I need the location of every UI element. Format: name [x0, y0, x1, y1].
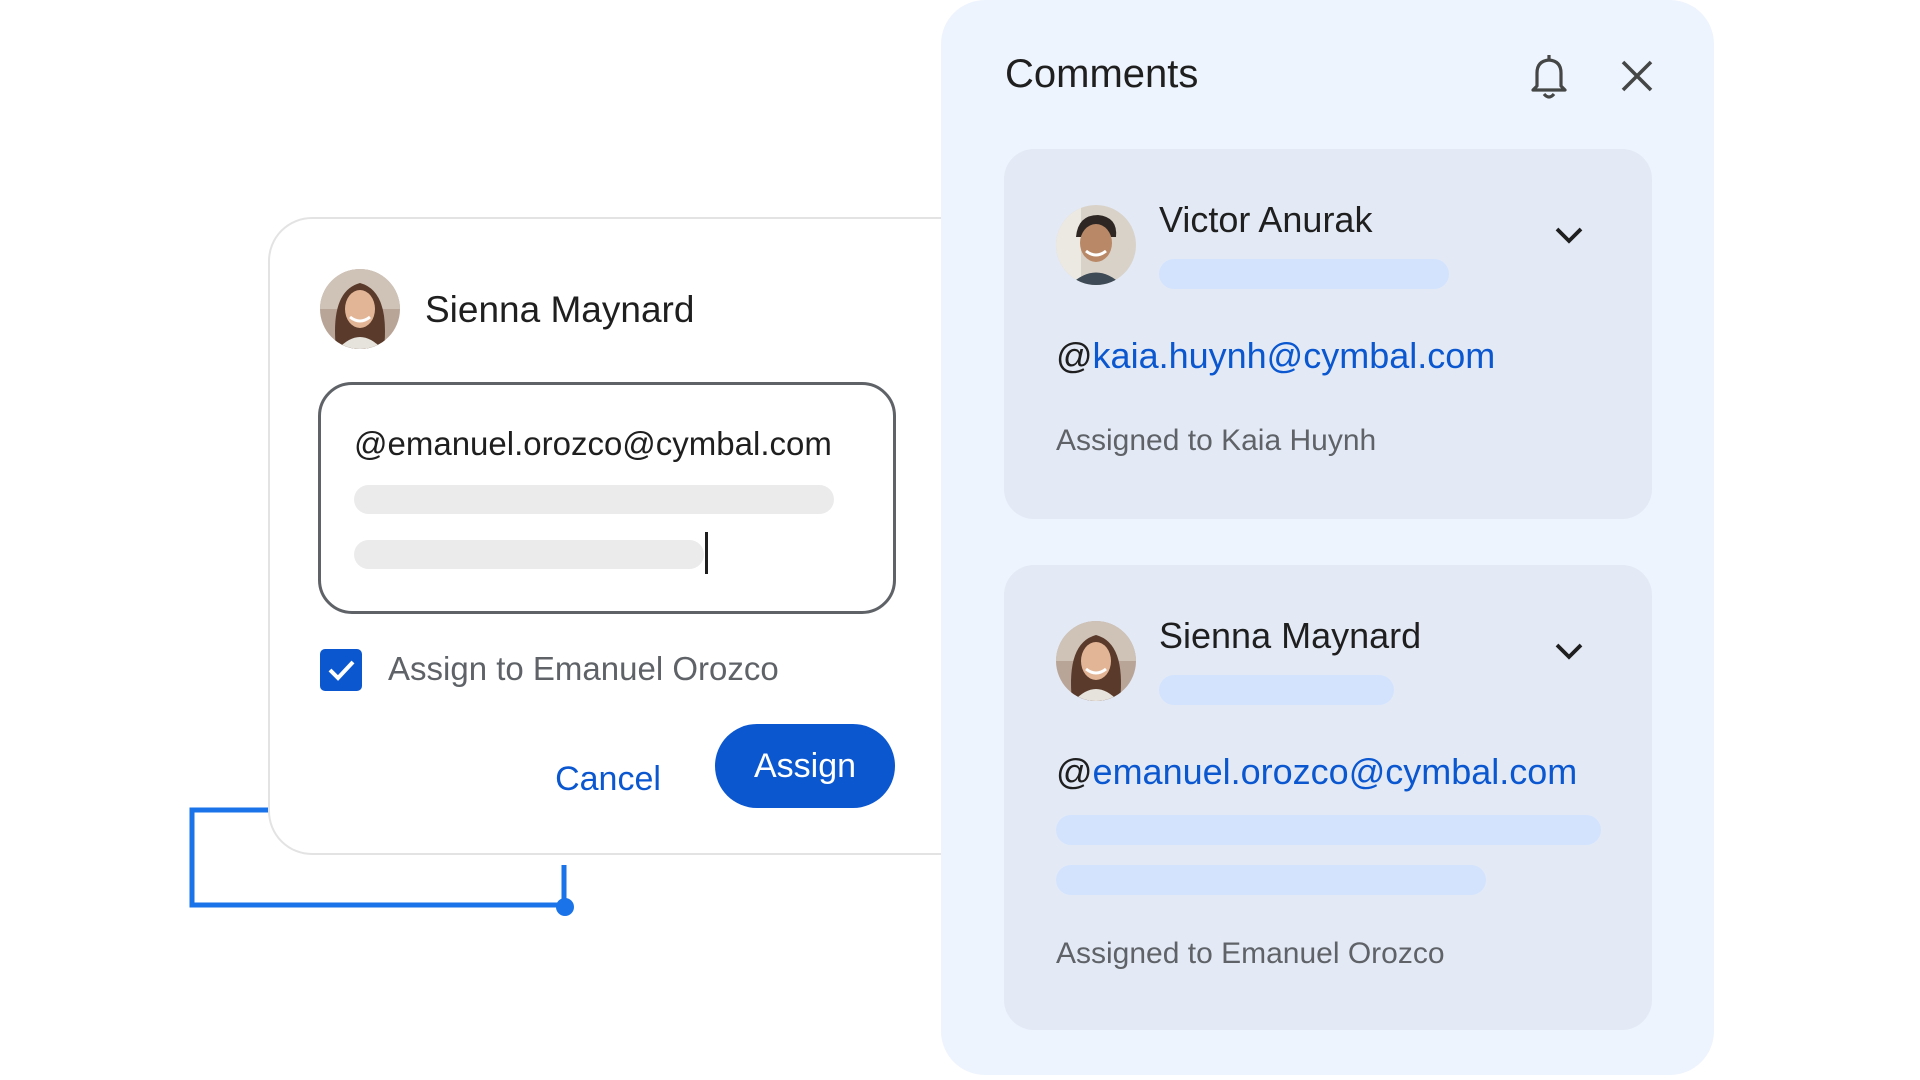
comment-card[interactable]: Sienna Maynard @emanuel.orozco@cymbal.co…: [1004, 565, 1652, 1030]
cancel-button[interactable]: Cancel: [538, 739, 678, 819]
assigned-status: Assigned to Kaia Huynh: [1056, 424, 1377, 457]
comment-author-name: Victor Anurak: [1159, 199, 1373, 240]
comments-panel: Comments Victor Anurak @kaia.huynh@cymba…: [941, 0, 1714, 1075]
assign-checkbox[interactable]: [320, 649, 362, 691]
avatar-sienna-maynard: [1056, 621, 1136, 701]
mention-link[interactable]: emanuel.orozco@cymbal.com: [1093, 751, 1578, 792]
comment-compose-card: Sienna Maynard @emanuel.orozco@cymbal.co…: [268, 217, 988, 855]
comment-mention: @kaia.huynh@cymbal.com: [1056, 335, 1495, 377]
bell-icon[interactable]: [1519, 46, 1579, 106]
comment-body-placeholder: [1056, 815, 1601, 845]
comment-body-placeholder: [1056, 865, 1486, 895]
assign-button[interactable]: Assign: [715, 724, 895, 808]
mention-link[interactable]: kaia.huynh@cymbal.com: [1093, 335, 1496, 376]
text-placeholder-line: [354, 540, 704, 569]
comment-input[interactable]: @emanuel.orozco@cymbal.com: [318, 382, 896, 614]
chevron-down-icon[interactable]: [1544, 625, 1594, 675]
assigned-status: Assigned to Emanuel Orozco: [1056, 937, 1445, 970]
compose-author-name: Sienna Maynard: [425, 289, 695, 330]
comment-card[interactable]: Victor Anurak @kaia.huynh@cymbal.com Ass…: [1004, 149, 1652, 519]
chevron-down-icon[interactable]: [1544, 209, 1594, 259]
avatar-victor-anurak: [1056, 205, 1136, 285]
avatar-sienna-maynard: [320, 269, 400, 349]
assign-checkbox-label: Assign to Emanuel Orozco: [388, 650, 779, 687]
text-caret: [705, 532, 708, 574]
mention-prefix: @: [1056, 335, 1093, 376]
panel-title: Comments: [1005, 52, 1199, 96]
text-placeholder-line: [354, 485, 834, 514]
mention-prefix: @: [1056, 751, 1093, 792]
comment-mention: @emanuel.orozco@cymbal.com: [1056, 751, 1577, 793]
checkmark-icon: [328, 660, 355, 681]
close-icon[interactable]: [1607, 46, 1667, 106]
meta-placeholder: [1159, 259, 1449, 289]
meta-placeholder: [1159, 675, 1394, 705]
comment-author-name: Sienna Maynard: [1159, 615, 1422, 656]
comment-input-text: @emanuel.orozco@cymbal.com: [354, 425, 832, 462]
